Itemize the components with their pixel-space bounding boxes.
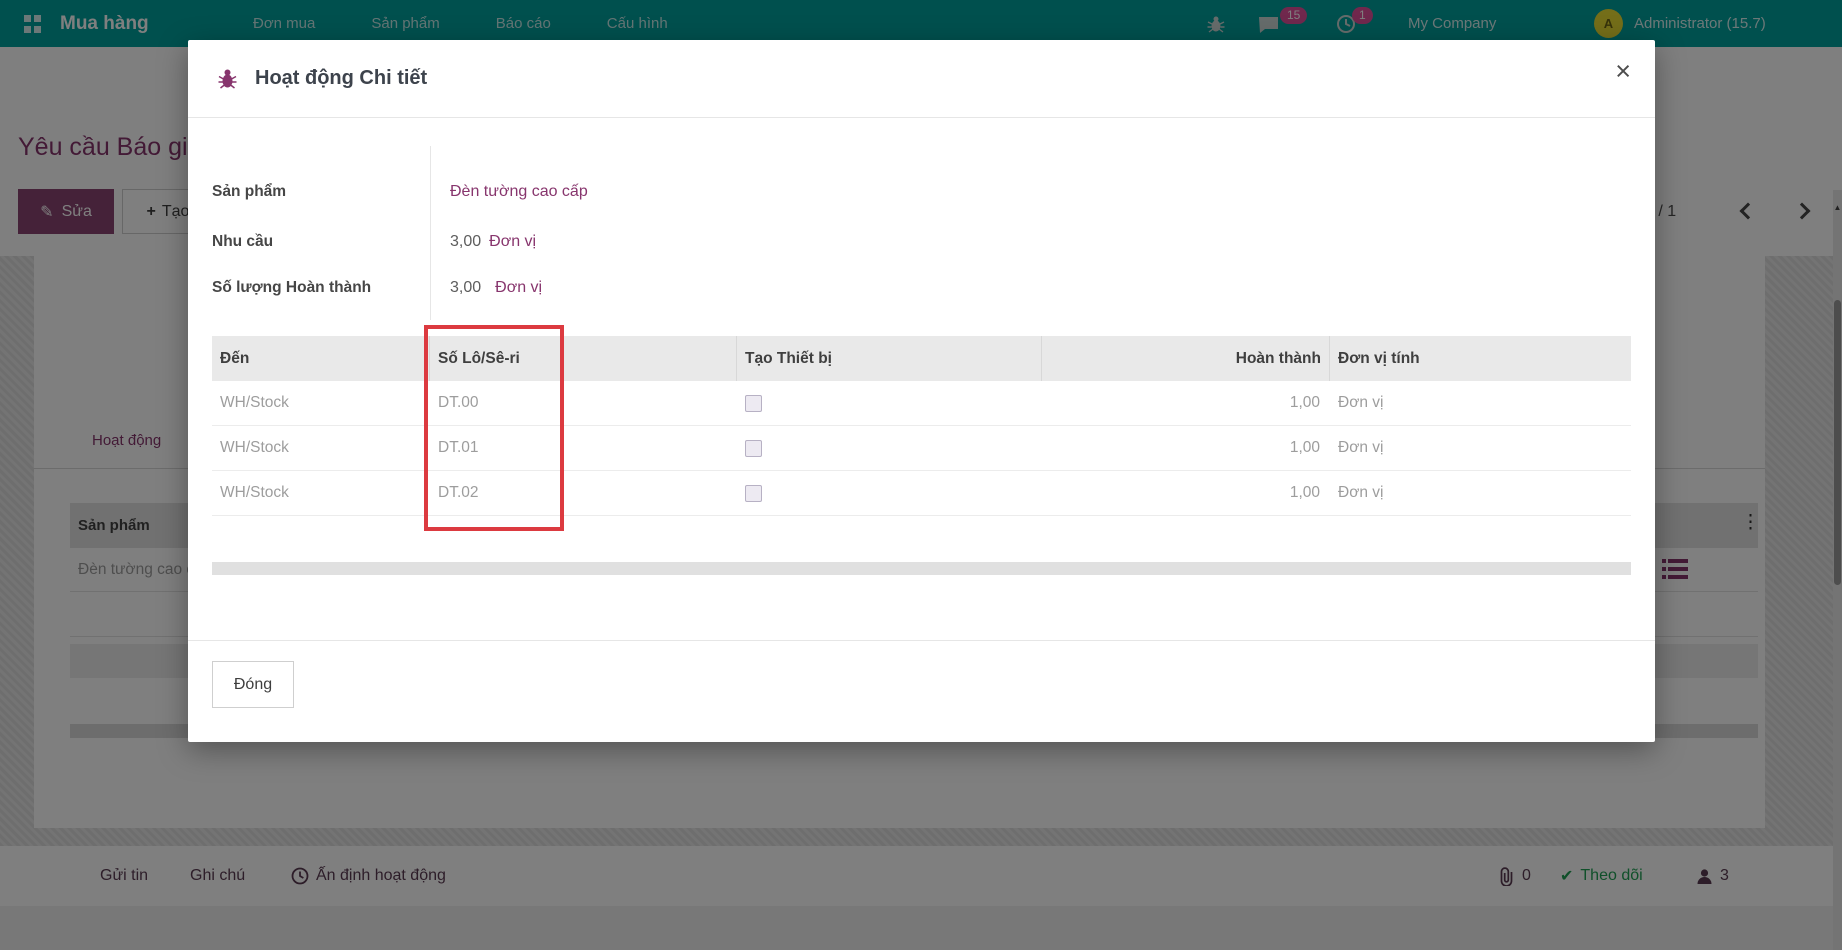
done-uom-link[interactable]: Đơn vị	[495, 279, 542, 297]
cell-lot: DT.00	[430, 394, 737, 412]
cell-done: 1,00	[1042, 439, 1330, 457]
dialog-header: Hoạt động Chi tiết ×	[188, 40, 1655, 118]
create-device-checkbox[interactable]	[745, 395, 762, 412]
table-header-row: Đến Số Lô/Sê-ri Tạo Thiết bị Hoàn thành …	[212, 336, 1631, 381]
col-done[interactable]: Hoàn thành	[1042, 336, 1330, 381]
demand-label: Nhu cầu	[212, 233, 406, 251]
field-demand: Nhu cầu 3,00 Đơn vị	[212, 220, 536, 264]
done-qty: 3,00	[450, 279, 481, 297]
demand-qty: 3,00	[450, 233, 481, 251]
cell-done: 1,00	[1042, 394, 1330, 412]
demand-uom-link[interactable]: Đơn vị	[489, 233, 536, 251]
cell-lot: DT.01	[430, 439, 737, 457]
dialog-title: Hoạt động Chi tiết	[255, 67, 427, 90]
bug-icon	[218, 68, 237, 89]
col-destination[interactable]: Đến	[212, 336, 430, 381]
col-lot-serial[interactable]: Số Lô/Sê-ri	[430, 336, 737, 381]
col-uom[interactable]: Đơn vị tính	[1330, 336, 1631, 381]
cell-destination: WH/Stock	[212, 439, 430, 457]
screen: Mua hàng Đơn mua Sản phẩm Báo cáo Cấu hì…	[0, 0, 1842, 950]
done-label: Số lượng Hoàn thành	[212, 279, 406, 297]
cell-uom: Đơn vị	[1330, 439, 1631, 457]
dialog-footer: Đóng	[188, 640, 1655, 742]
create-device-checkbox[interactable]	[745, 485, 762, 502]
cell-done: 1,00	[1042, 484, 1330, 502]
move-lines-table: Đến Số Lô/Sê-ri Tạo Thiết bị Hoàn thành …	[212, 336, 1631, 516]
cell-destination: WH/Stock	[212, 394, 430, 412]
cell-lot: DT.02	[430, 484, 737, 502]
product-link[interactable]: Đèn tường cao cấp	[450, 183, 588, 201]
cell-uom: Đơn vị	[1330, 484, 1631, 502]
cell-destination: WH/Stock	[212, 484, 430, 502]
close-button[interactable]: Đóng	[212, 661, 294, 708]
product-label: Sản phẩm	[212, 183, 406, 201]
table-row[interactable]: WH/Stock DT.00 1,00 Đơn vị	[212, 381, 1631, 426]
dialog-close-icon[interactable]: ×	[1615, 58, 1631, 85]
col-create-device[interactable]: Tạo Thiết bị	[737, 336, 1042, 381]
dialog-hscrollbar[interactable]	[212, 562, 1631, 575]
field-product: Sản phẩm Đèn tường cao cấp	[212, 170, 588, 214]
create-device-checkbox[interactable]	[745, 440, 762, 457]
cell-uom: Đơn vị	[1330, 394, 1631, 412]
field-done: Số lượng Hoàn thành 3,00 Đơn vị	[212, 266, 542, 310]
detailed-operations-dialog: Hoạt động Chi tiết × Sản phẩm Đèn tường …	[188, 40, 1655, 742]
table-row[interactable]: WH/Stock DT.02 1,00 Đơn vị	[212, 471, 1631, 516]
table-row[interactable]: WH/Stock DT.01 1,00 Đơn vị	[212, 426, 1631, 471]
